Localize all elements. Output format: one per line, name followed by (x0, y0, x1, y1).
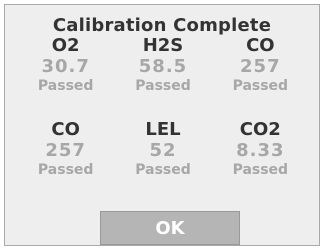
sensor-card-co: CO 257 Passed (212, 35, 309, 119)
sensor-value: 8.33 (236, 140, 285, 161)
sensor-value: 257 (240, 56, 281, 77)
sensor-status: Passed (37, 162, 94, 178)
sensor-card-co-2: CO 257 Passed (17, 119, 114, 209)
ok-button[interactable]: OK (100, 211, 240, 245)
sensor-status: Passed (232, 78, 289, 94)
sensor-value: 30.7 (41, 56, 90, 77)
sensor-status: Passed (135, 162, 191, 178)
calibration-dialog: Calibration Complete O2 30.7 Passed H2S … (4, 4, 320, 246)
sensor-name: H2S (142, 35, 184, 56)
sensor-results-grid: O2 30.7 Passed H2S 58.5 Passed CO 257 Pa… (17, 35, 309, 209)
sensor-name: CO2 (239, 119, 281, 140)
sensor-card-co2: CO2 8.33 Passed (212, 119, 309, 209)
dialog-title: Calibration Complete (52, 15, 272, 36)
sensor-status: Passed (135, 78, 191, 94)
sensor-value: 58.5 (138, 56, 188, 77)
sensor-value: 257 (45, 140, 86, 161)
sensor-name: O2 (51, 35, 80, 56)
sensor-status: Passed (232, 162, 289, 178)
sensor-value: 52 (149, 140, 177, 161)
sensor-status: Passed (37, 78, 94, 94)
sensor-card-h2s: H2S 58.5 Passed (114, 35, 211, 119)
sensor-name: LEL (145, 119, 181, 140)
sensor-name: CO (51, 119, 80, 140)
sensor-card-lel: LEL 52 Passed (114, 119, 211, 209)
sensor-card-o2: O2 30.7 Passed (17, 35, 114, 119)
sensor-name: CO (246, 35, 275, 56)
